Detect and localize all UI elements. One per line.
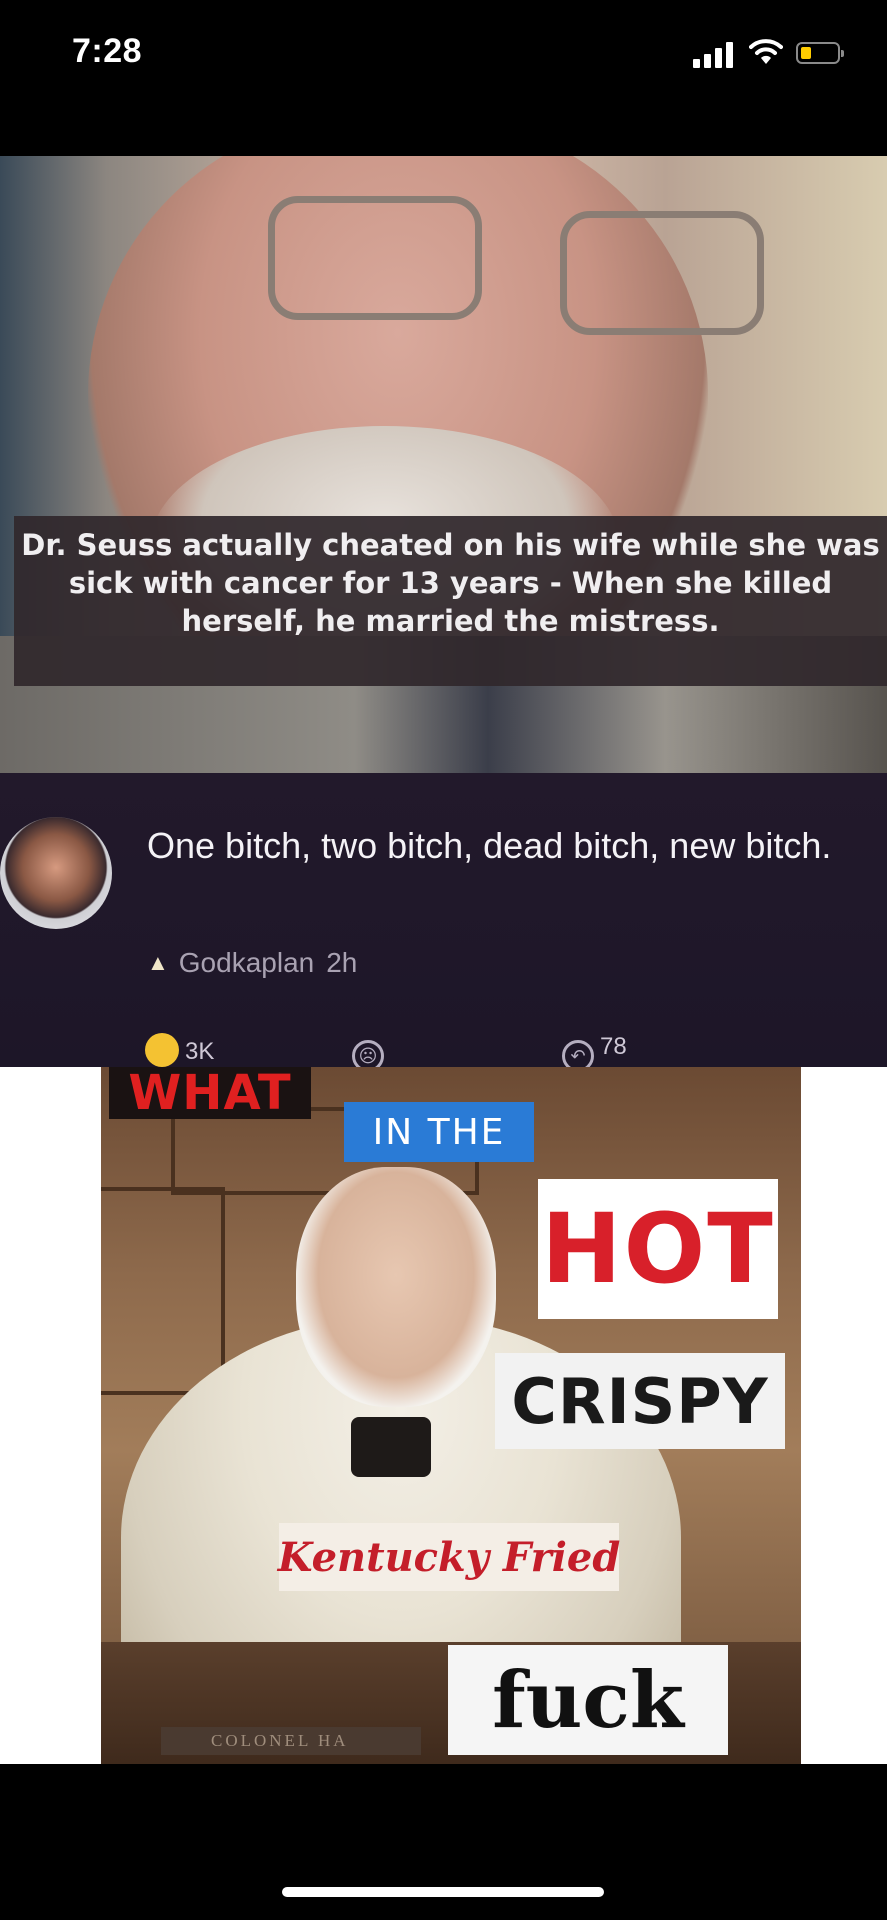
meme-image-colonel-container: COLONEL HA WHAT IN THE HOT CRISPY Kentuc… [0, 1067, 887, 1764]
meme-caption: Dr. Seuss actually cheated on his wife w… [14, 516, 887, 686]
reaction-sad: ☹ [352, 1033, 390, 1067]
status-time: 7:28 [72, 32, 143, 70]
wifi-icon [749, 39, 783, 64]
label-fuck: fuck [448, 1645, 728, 1755]
reaction-reply-count: 78 [600, 1033, 627, 1060]
status-bar: 7:28 [0, 0, 887, 120]
laugh-emoji-icon [145, 1033, 179, 1067]
label-crispy: CRISPY [495, 1353, 785, 1449]
reaction-reply: ↶ 78 [562, 1033, 627, 1067]
label-kentucky-fried: Kentucky Fried [278, 1523, 620, 1591]
avatar [0, 817, 112, 929]
label-in-the: IN THE [344, 1102, 534, 1162]
label-what: WHAT [109, 1067, 311, 1121]
comment-card: One bitch, two bitch, dead bitch, new bi… [0, 773, 887, 1067]
sad-face-icon: ☹ [352, 1040, 384, 1067]
home-indicator[interactable] [282, 1887, 604, 1897]
reaction-laugh-count: 3K [185, 1038, 215, 1065]
desk-plaque: COLONEL HA [161, 1727, 421, 1755]
meme-image-seuss: Dr. Seuss actually cheated on his wife w… [0, 156, 887, 1067]
comment-text: One bitch, two bitch, dead bitch, new bi… [147, 825, 832, 866]
meme-image-colonel: COLONEL HA WHAT IN THE HOT CRISPY Kentuc… [101, 1067, 801, 1764]
photo-old-man: Dr. Seuss actually cheated on his wife w… [0, 156, 887, 776]
comment-meta: ▲ Godkaplan 2h [147, 947, 357, 979]
reply-icon: ↶ [562, 1040, 594, 1067]
battery-icon [796, 42, 844, 64]
comment-username: Godkaplan [178, 947, 315, 978]
flame-icon: ▲ [147, 950, 169, 975]
reaction-laugh: 3K [145, 1033, 214, 1067]
colonel-head [296, 1167, 496, 1407]
signal-icon [693, 40, 737, 68]
comment-time: 2h [326, 947, 358, 978]
label-hot: HOT [538, 1179, 778, 1319]
